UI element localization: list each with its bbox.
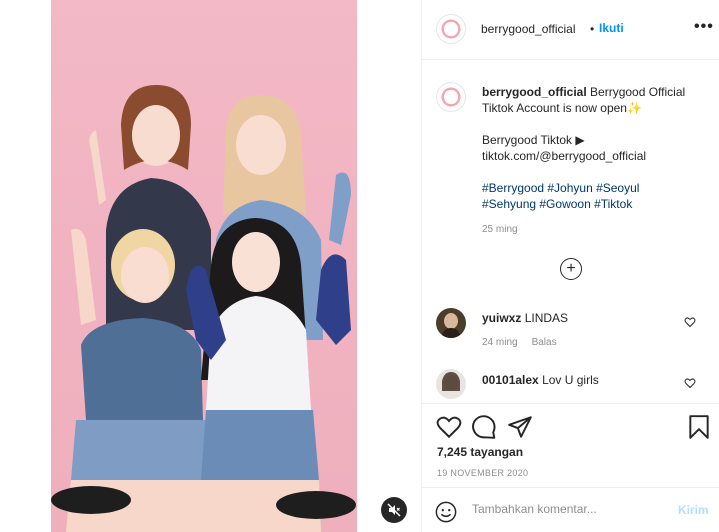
comment-text: 00101alex Lov U girls bbox=[482, 373, 599, 387]
comment-body: Lov U girls bbox=[542, 373, 599, 387]
like-comment-heart-icon[interactable] bbox=[684, 316, 696, 328]
comment-avatar[interactable] bbox=[436, 369, 466, 399]
caption-username[interactable]: berrygood_official bbox=[482, 85, 587, 99]
comment-avatar[interactable] bbox=[436, 308, 466, 338]
caption-hashtags-1[interactable]: #Berrygood #Johyun #Seoyul bbox=[482, 181, 639, 195]
user-photo-icon bbox=[436, 308, 466, 338]
caption-line2: Berrygood Tiktok ▶ bbox=[482, 133, 585, 147]
add-comment-bar: Kirim bbox=[422, 487, 719, 532]
share-paper-plane-icon[interactable] bbox=[507, 414, 533, 440]
like-heart-icon[interactable] bbox=[436, 414, 462, 440]
save-bookmark-icon[interactable] bbox=[686, 414, 712, 440]
load-more-comments-button[interactable]: + bbox=[560, 258, 582, 280]
caption-text: berrygood_official Berrygood Official Ti… bbox=[482, 84, 708, 212]
plus-icon: + bbox=[566, 260, 576, 277]
logo-ring-icon bbox=[440, 86, 462, 108]
post-side-panel: berrygood_official • Ikuti ••• berrygood… bbox=[421, 0, 719, 532]
caption-avatar[interactable] bbox=[436, 82, 466, 112]
comments-section[interactable]: berrygood_official Berrygood Official Ti… bbox=[422, 60, 719, 403]
caption-time: 25 ming bbox=[482, 224, 518, 235]
comment-input[interactable] bbox=[472, 502, 662, 516]
follow-button[interactable]: Ikuti bbox=[599, 21, 624, 35]
post-comment-button[interactable]: Kirim bbox=[678, 503, 709, 517]
emoji-smiley-icon[interactable] bbox=[435, 501, 457, 523]
reply-button[interactable]: Balas bbox=[532, 337, 557, 348]
speaker-muted-icon bbox=[387, 503, 401, 517]
post-date[interactable]: 19 NOVEMBER 2020 bbox=[437, 468, 528, 478]
like-comment-heart-icon[interactable] bbox=[684, 377, 696, 389]
comment-time: 24 ming bbox=[482, 337, 518, 348]
logo-ring-icon bbox=[440, 18, 462, 40]
header-username[interactable]: berrygood_official bbox=[481, 22, 576, 36]
more-options-icon[interactable]: ••• bbox=[694, 18, 714, 36]
view-count[interactable]: 7,245 tayangan bbox=[437, 445, 523, 459]
post-actions: 7,245 tayangan 19 NOVEMBER 2020 bbox=[422, 403, 719, 487]
comment-body: LINDAS bbox=[524, 311, 569, 325]
media-pane bbox=[0, 0, 421, 532]
header-separator: • bbox=[590, 22, 595, 36]
comment-meta: 24 ming Balas bbox=[482, 337, 571, 348]
post-header: berrygood_official • Ikuti ••• bbox=[422, 0, 719, 60]
caption-tiktok-link: tiktok.com/@berrygood_official bbox=[482, 149, 647, 163]
caption-hashtags-2[interactable]: #Sehyung #Gowoon #Tiktok bbox=[482, 197, 632, 211]
comment-text: yuiwxz LINDAS bbox=[482, 311, 568, 325]
account-avatar[interactable] bbox=[436, 14, 466, 44]
comment-bubble-icon[interactable] bbox=[471, 414, 497, 440]
comment-username[interactable]: 00101alex bbox=[482, 373, 539, 387]
mute-toggle-button[interactable] bbox=[381, 497, 407, 523]
user-photo-icon bbox=[436, 369, 466, 399]
post-video[interactable] bbox=[51, 0, 357, 532]
video-frame-illustration bbox=[51, 85, 356, 532]
comment-username[interactable]: yuiwxz bbox=[482, 311, 521, 325]
